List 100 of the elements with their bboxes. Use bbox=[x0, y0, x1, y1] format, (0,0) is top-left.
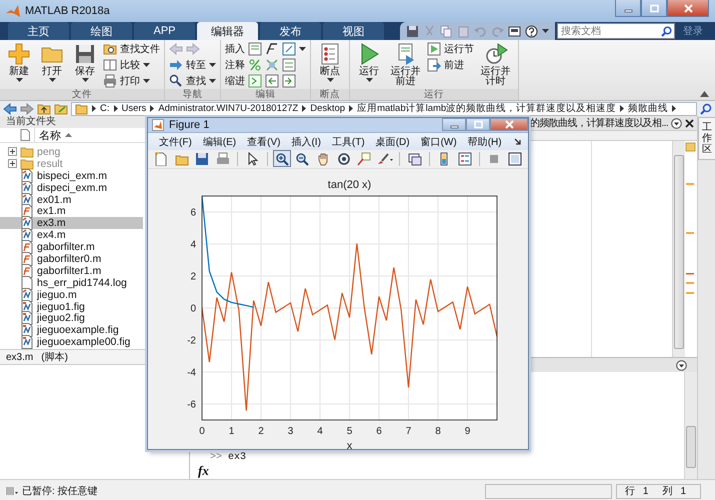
file-row[interactable]: peng bbox=[0, 146, 143, 158]
breadcrumb[interactable]: Users bbox=[122, 103, 146, 114]
ribbon-button[interactable]: 运行 bbox=[354, 41, 384, 83]
breadcrumb[interactable]: Desktop bbox=[310, 103, 346, 114]
ribbon-button[interactable]: 打开 bbox=[37, 41, 67, 83]
ribbon-tab[interactable]: APP bbox=[134, 22, 195, 40]
ribbon-button[interactable]: 运行并前进 bbox=[387, 41, 424, 88]
text-file-icon bbox=[20, 276, 34, 290]
sign-in-link[interactable]: 登录 bbox=[683, 24, 703, 38]
file-name: gaborfilter1.m bbox=[37, 264, 102, 277]
caret-icon[interactable] bbox=[542, 29, 549, 33]
address-field[interactable]: C: Users Administrator.WIN7U-20180127Z Desktop 应用matlab计算lamb波的频散曲线，计算群速度以及相速度 频散曲线 bbox=[71, 102, 697, 116]
ribbon-button[interactable]: 注释 bbox=[225, 58, 245, 72]
dropdown-circle-icon[interactable] bbox=[671, 118, 682, 128]
menu-item[interactable]: 窗口(W) bbox=[416, 134, 462, 149]
up-folder-icon[interactable] bbox=[37, 102, 51, 115]
ribbon-button[interactable]: 插入 bbox=[225, 42, 245, 56]
ribbon-button[interactable]: 运行并计时 bbox=[477, 41, 514, 88]
breadcrumb[interactable]: 应用matlab计算lamb波的频散曲线，计算群速度以及相速度 bbox=[357, 103, 616, 114]
breadcrumb[interactable]: 频散曲线 bbox=[628, 103, 668, 114]
breadcrumb[interactable]: C: bbox=[100, 103, 110, 114]
minimize-button[interactable] bbox=[442, 118, 466, 131]
menu-item[interactable]: 桌面(D) bbox=[370, 134, 415, 149]
ribbon-button[interactable]: 新建 bbox=[4, 41, 34, 83]
matlab-logo-icon bbox=[152, 119, 164, 132]
tick-label: 9 bbox=[464, 426, 470, 437]
data-cursor-button[interactable] bbox=[354, 150, 374, 168]
ribbon-tab[interactable]: 主页 bbox=[8, 22, 69, 40]
workspace-tab[interactable]: 工作区 bbox=[698, 117, 715, 160]
collapse-icon[interactable] bbox=[700, 91, 709, 97]
ribbon-button[interactable]: 运行节 bbox=[427, 41, 474, 56]
ribbon-group-label: 导航 bbox=[165, 89, 220, 100]
function-file-icon bbox=[20, 240, 34, 254]
outdent-icon[interactable] bbox=[265, 74, 279, 88]
ribbon-tab[interactable]: 编辑器 bbox=[197, 22, 258, 40]
function-icon[interactable] bbox=[265, 42, 279, 56]
close-icon[interactable] bbox=[685, 118, 694, 128]
tick-label: -2 bbox=[187, 335, 196, 346]
ribbon-button[interactable]: 转至 bbox=[169, 57, 216, 72]
ribbon-button[interactable]: 断点 bbox=[315, 41, 345, 83]
scrollbar[interactable] bbox=[684, 372, 697, 480]
file-type: (脚本) bbox=[41, 350, 68, 364]
help-icon[interactable] bbox=[525, 24, 538, 38]
maximize-button[interactable] bbox=[466, 118, 490, 131]
document-icon[interactable] bbox=[248, 42, 262, 56]
close-button[interactable] bbox=[490, 118, 528, 131]
file-row[interactable]: result bbox=[0, 158, 143, 170]
ribbon-button[interactable]: 前进 bbox=[427, 57, 474, 72]
tick-label: 0 bbox=[199, 426, 205, 437]
ribbon-tab[interactable]: 发布 bbox=[260, 22, 321, 40]
chevron-icon bbox=[302, 105, 306, 112]
function-browser-button[interactable]: fx bbox=[198, 463, 209, 479]
ribbon-button[interactable]: 比较 bbox=[103, 57, 160, 72]
close-button[interactable] bbox=[667, 0, 709, 17]
expand-icon[interactable] bbox=[8, 159, 17, 168]
ribbon-tab[interactable]: 视图 bbox=[323, 22, 384, 40]
zoom-out-icon bbox=[295, 152, 310, 166]
arrow-icon bbox=[169, 58, 183, 72]
zoom-in-button[interactable] bbox=[272, 150, 292, 168]
menu-item[interactable]: 插入(I) bbox=[286, 134, 326, 149]
maximize-button[interactable] bbox=[641, 0, 667, 17]
column-header[interactable]: 名称 bbox=[34, 128, 72, 142]
find-files-icon bbox=[103, 42, 117, 56]
save-icon[interactable] bbox=[406, 24, 419, 38]
file-row[interactable]: ex3.m bbox=[0, 217, 143, 230]
minimize-button[interactable] bbox=[615, 0, 641, 17]
expand-icon[interactable] bbox=[8, 147, 17, 156]
menu-item[interactable]: 帮助(H) bbox=[462, 134, 507, 149]
grip-icon bbox=[6, 486, 18, 496]
document-icon[interactable] bbox=[282, 58, 296, 72]
show-tools-button[interactable] bbox=[506, 150, 524, 168]
dropdown-circle-icon[interactable] bbox=[676, 360, 687, 370]
indent-icon[interactable] bbox=[282, 74, 296, 88]
file-row[interactable]: jieguoexample00.fig bbox=[0, 336, 143, 348]
search-field[interactable]: 搜索文档 bbox=[557, 23, 675, 39]
ribbon-button[interactable]: 缩进 bbox=[225, 74, 245, 88]
folder-icon bbox=[20, 156, 34, 171]
new-icon bbox=[7, 42, 31, 66]
file-name: ex3.m bbox=[37, 217, 66, 230]
ribbon-button[interactable]: 查找 bbox=[169, 73, 216, 88]
search-icon[interactable] bbox=[700, 102, 712, 114]
ribbon-tab[interactable]: 绘图 bbox=[71, 22, 132, 40]
copy-icon[interactable] bbox=[440, 24, 453, 38]
menu-item[interactable]: 编辑(E) bbox=[198, 134, 242, 149]
indent-icon[interactable] bbox=[248, 74, 262, 88]
document-icon[interactable] bbox=[282, 42, 296, 56]
breadcrumb[interactable]: Administrator.WIN7U-20180127Z bbox=[158, 103, 298, 114]
advance-icon bbox=[427, 58, 441, 72]
menu-item[interactable]: 文件(F) bbox=[154, 134, 197, 149]
switch-windows-icon[interactable] bbox=[508, 24, 521, 38]
menu-item[interactable]: 工具(T) bbox=[326, 134, 370, 149]
tick-label: 7 bbox=[406, 426, 412, 437]
file-name: jieguoexample00.fig bbox=[37, 336, 130, 348]
ribbon-button[interactable]: 查找文件 bbox=[103, 41, 160, 56]
dock-icon[interactable] bbox=[514, 138, 522, 146]
script-file-icon bbox=[20, 228, 34, 242]
menu-item[interactable]: 查看(V) bbox=[242, 134, 286, 149]
back-arrow-icon[interactable] bbox=[3, 102, 17, 114]
ribbon-button[interactable]: 打印 bbox=[103, 73, 160, 88]
ribbon-button[interactable]: 保存 bbox=[70, 41, 100, 83]
